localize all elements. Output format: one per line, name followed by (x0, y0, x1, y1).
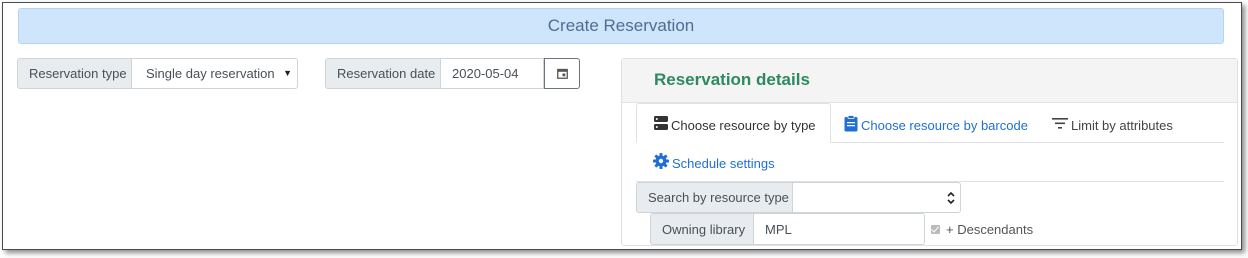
owning-library-input[interactable]: MPL (754, 213, 925, 245)
server-icon (654, 116, 668, 130)
descendants-label: + Descendants (946, 222, 1034, 237)
clipboard-icon (844, 114, 858, 131)
panel-header: Reservation details (622, 59, 1237, 103)
gear-icon (653, 153, 669, 169)
reservation-type-select[interactable]: Single day reservation ▼ (132, 58, 298, 89)
filter-icon (1052, 117, 1068, 129)
search-resource-type-label: Search by resource type (636, 182, 793, 213)
tab-schedule-settings[interactable]: Schedule settings (653, 150, 775, 172)
search-resource-type-select[interactable] (793, 182, 961, 213)
descendants-option: + Descendants (931, 222, 1033, 237)
tab-label: Choose resource by barcode (861, 117, 1028, 133)
owning-library-group: Owning library MPL (650, 213, 925, 245)
panel-title: Reservation details (654, 70, 810, 89)
reservation-details-panel: Reservation details Choose resource by t… (621, 58, 1238, 246)
reservation-type-value: Single day reservation (146, 66, 275, 81)
tab-label: Choose resource by type (671, 117, 816, 133)
tab-choose-by-barcode[interactable]: Choose resource by barcode (844, 112, 1028, 134)
updown-chevron-icon (947, 191, 955, 205)
tab-choose-by-type[interactable]: Choose resource by type (636, 103, 831, 143)
tab-limit-by-attributes[interactable]: Limit by attributes (1052, 112, 1173, 134)
search-resource-type-group: Search by resource type (636, 182, 961, 213)
reservation-date-input[interactable]: 2020-05-04 (441, 58, 544, 89)
calendar-button[interactable] (544, 58, 580, 89)
reservation-date-label: Reservation date (325, 58, 441, 89)
caret-down-icon: ▼ (283, 68, 292, 78)
calendar-icon (556, 68, 568, 79)
tab-label: Limit by attributes (1071, 117, 1173, 133)
app-window: Create Reservation Reservation type Sing… (2, 2, 1242, 250)
descendants-checkbox[interactable] (931, 225, 940, 234)
page-title-banner: Create Reservation (18, 8, 1224, 44)
tab-label: Schedule settings (672, 155, 775, 171)
reservation-type-label: Reservation type (17, 58, 132, 89)
reservation-date-group: Reservation date 2020-05-04 (325, 58, 580, 89)
reservation-type-group: Reservation type Single day reservation … (17, 58, 298, 89)
owning-library-label: Owning library (650, 213, 754, 245)
